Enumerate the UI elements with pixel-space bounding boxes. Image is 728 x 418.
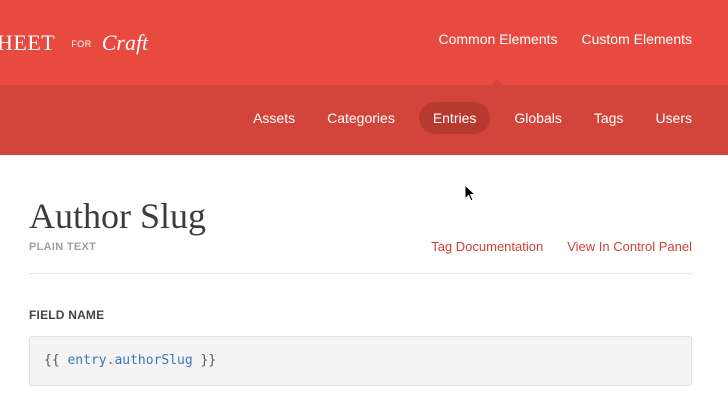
main-nav: Common Elements Custom Elements	[438, 31, 692, 47]
code-snippet[interactable]: {{ entry.authorSlug }}	[29, 336, 692, 386]
sub-nav: Assets Categories Entries Globals Tags U…	[229, 102, 700, 134]
view-in-control-panel-link[interactable]: View In Control Panel	[567, 239, 692, 254]
subnav-entries[interactable]: Entries	[418, 102, 491, 134]
field-type-label: PLAIN TEXT	[29, 241, 97, 253]
page-title: Author Slug	[29, 196, 207, 236]
mouse-pointer-icon	[464, 184, 477, 202]
logo-for-text: FOR	[71, 39, 92, 49]
doc-links: Tag Documentation View In Control Panel	[431, 239, 692, 254]
subnav-globals[interactable]: Globals	[506, 102, 569, 134]
tag-documentation-link[interactable]: Tag Documentation	[431, 239, 543, 254]
subnav-categories[interactable]: Categories	[319, 102, 403, 134]
logo-craft-text: Craft	[101, 30, 149, 55]
subnav-users[interactable]: Users	[647, 102, 700, 134]
sub-nav-bar: Assets Categories Entries Globals Tags U…	[0, 85, 728, 155]
field-name-label: FIELD NAME	[29, 308, 105, 322]
site-logo[interactable]: HEET FOR Craft	[0, 30, 148, 60]
main-content: Author Slug PLAIN TEXT Tag Documentation…	[29, 155, 692, 386]
top-header: HEET FOR Craft Common Elements Custom El…	[0, 0, 728, 85]
nav-custom-elements[interactable]: Custom Elements	[582, 31, 692, 47]
meta-row: PLAIN TEXT Tag Documentation View In Con…	[29, 237, 692, 257]
logo-cheatsheet-text: HEET	[0, 30, 56, 55]
code-open-braces: {{	[44, 353, 60, 368]
subnav-assets[interactable]: Assets	[245, 102, 303, 134]
code-close-braces: }}	[200, 353, 217, 368]
subnav-tags[interactable]: Tags	[586, 102, 632, 134]
divider	[29, 273, 692, 274]
page: HEET FOR Craft Common Elements Custom El…	[0, 0, 728, 418]
code-expression: entry.authorSlug	[67, 353, 193, 368]
nav-common-elements[interactable]: Common Elements	[438, 31, 557, 47]
